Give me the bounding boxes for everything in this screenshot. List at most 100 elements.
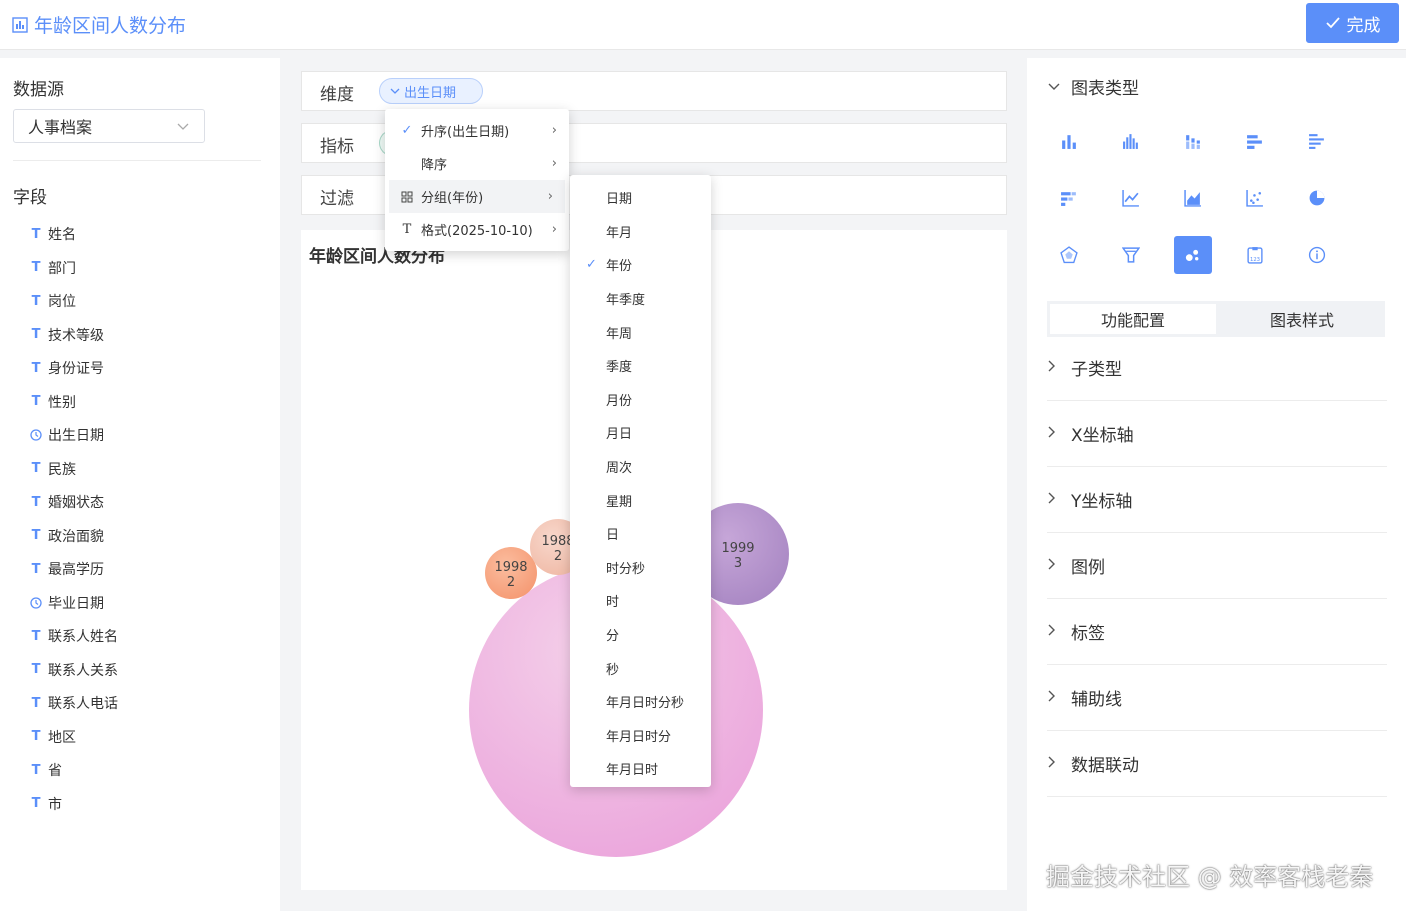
chart-icon (12, 16, 28, 33)
submenu-item-label: 日期 (606, 192, 633, 208)
field-item[interactable]: T 地区 (30, 726, 76, 748)
field-item[interactable]: T省 (30, 759, 62, 781)
submenu-item[interactable]: 星期 (570, 483, 711, 517)
submenu-item[interactable]: 分 (570, 618, 711, 652)
submenu-item[interactable]: 年月 (570, 215, 711, 249)
radar-chart-icon[interactable] (1050, 236, 1088, 274)
field-item[interactable]: T 最高学历 (30, 558, 104, 580)
check-icon: ✓ (586, 257, 597, 273)
text-type-icon: T (31, 528, 41, 543)
submenu-item-label: 秒 (606, 662, 620, 678)
field-label: 岗位 (48, 294, 76, 310)
config-section[interactable]: 子类型 (1047, 335, 1387, 401)
tab-function[interactable]: 功能配置 (1050, 304, 1216, 334)
submenu-item[interactable]: 年月日时分秒 (570, 685, 711, 719)
stacked-horizontal-bar-icon[interactable] (1050, 179, 1088, 217)
text-type-icon: T (31, 461, 41, 476)
check-icon (1325, 17, 1340, 29)
field-item[interactable]: T 部门 (30, 257, 76, 279)
left-panel: 数据源 人事档案 字段 T 姓名 T 部门 T 岗位 T 技术等级 T 身份证号 T 性别 出生日期 T 民… (0, 58, 280, 911)
field-label: 政治面貌 (48, 528, 104, 545)
field-item[interactable]: T 技术等级 (30, 324, 104, 346)
number-card-icon[interactable]: 123 (1236, 236, 1274, 274)
config-section-label: X坐标轴 (1071, 426, 1134, 446)
bubble-chart-icon[interactable] (1174, 236, 1212, 274)
area-chart-icon[interactable] (1174, 179, 1212, 217)
field-label: 省 (48, 763, 62, 779)
config-section[interactable]: X坐标轴 (1047, 401, 1387, 467)
field-item[interactable]: T 身份证号 (30, 357, 104, 379)
tab-style[interactable]: 图表样式 (1219, 301, 1385, 337)
menu-item-sort-asc[interactable]: ✓ 升序(出生日期) › (385, 114, 569, 147)
text-type-icon: T (31, 360, 41, 376)
field-item[interactable]: T 联系人姓名 (30, 625, 118, 647)
submenu-item[interactable]: ✓ 年份 (570, 248, 711, 282)
chart-type-header[interactable]: 图表类型 (1047, 74, 1139, 99)
submenu-item[interactable]: 月份 (570, 383, 711, 417)
config-tabs: 功能配置 图表样式 (1047, 301, 1385, 337)
submenu-item[interactable]: 秒 (570, 651, 711, 685)
submenu-item-label: 年月 (606, 225, 633, 241)
field-item[interactable]: 出生日期 (30, 424, 104, 446)
pie-chart-icon[interactable] (1298, 179, 1336, 217)
dimension-label: 维度 (320, 85, 354, 105)
text-type-icon: T (31, 695, 41, 711)
config-section[interactable]: Y坐标轴 (1047, 467, 1387, 533)
config-section-label: 数据联动 (1071, 756, 1139, 776)
field-label: 技术等级 (48, 327, 104, 344)
config-section-label: 子类型 (1071, 360, 1122, 380)
bar-chart-icon[interactable] (1050, 122, 1088, 160)
submenu-item[interactable]: 时 (570, 584, 711, 618)
dimension-tag[interactable]: 出生日期 (379, 78, 484, 104)
chevron-right-icon (1047, 622, 1061, 641)
bubble-value: 3 (734, 556, 742, 571)
field-item[interactable]: T 联系人电话 (30, 692, 118, 714)
field-item[interactable]: T 姓名 (30, 223, 76, 245)
submenu-item[interactable]: 年周 (570, 315, 711, 349)
group-icon (399, 191, 415, 203)
funnel-chart-icon[interactable] (1112, 236, 1150, 274)
config-section[interactable]: 辅助线 (1047, 665, 1387, 731)
datasource-select[interactable]: 人事档案 (13, 109, 205, 143)
submenu-item[interactable]: 季度 (570, 349, 711, 383)
top-bar: 年龄区间人数分布 完成 (0, 0, 1406, 50)
field-item[interactable]: T 民族 (30, 458, 76, 480)
field-item[interactable]: T 岗位 (30, 290, 76, 312)
horizontal-bar-2-icon[interactable] (1298, 122, 1336, 160)
histogram-icon[interactable] (1112, 122, 1150, 160)
submenu-item[interactable]: 月日 (570, 416, 711, 450)
submenu-item[interactable]: 年月日时分 (570, 719, 711, 753)
submenu-item[interactable]: 日 (570, 517, 711, 551)
menu-item-group[interactable]: 分组(年份) › (389, 180, 565, 213)
done-button[interactable]: 完成 (1306, 3, 1399, 43)
config-section[interactable]: 数据联动 (1047, 731, 1387, 797)
submenu-item[interactable]: 周次 (570, 450, 711, 484)
submenu-item[interactable]: 时分秒 (570, 551, 711, 585)
submenu-item[interactable]: 年月日时 (570, 752, 711, 786)
bubble-label: 1999 (721, 541, 754, 556)
field-item[interactable]: T 联系人关系 (30, 659, 118, 681)
fields-label: 字段 (13, 188, 47, 208)
scatter-chart-icon[interactable] (1236, 179, 1274, 217)
done-button-label: 完成 (1346, 15, 1381, 36)
line-chart-icon[interactable] (1112, 179, 1150, 217)
menu-item-format[interactable]: T 格式(2025-10-10) › (385, 213, 569, 246)
chevron-right-icon: › (551, 222, 557, 237)
config-section[interactable]: 标签 (1047, 599, 1387, 665)
right-panel: 图表类型 123 功能配置 图表样式 子类型 X坐标轴 Y坐标轴 图例 标签 辅助线数据联… (1027, 58, 1406, 911)
chevron-right-icon (1047, 358, 1061, 377)
group-submenu: 日期 年月 ✓ 年份 年季度 年周 季度 月份 月日 周次 星期日时分秒时分秒年月日时分秒 年月日时分… (570, 175, 711, 787)
stacked-bar-icon[interactable] (1174, 122, 1212, 160)
field-item[interactable]: T 婚姻状态 (30, 491, 104, 513)
config-section[interactable]: 图例 (1047, 533, 1387, 599)
submenu-item[interactable]: 年季度 (570, 282, 711, 316)
field-item[interactable]: T 性别 (30, 391, 76, 413)
submenu-item[interactable]: 日期 (570, 181, 711, 215)
field-item[interactable]: T 政治面貌 (30, 525, 104, 547)
horizontal-bar-icon[interactable] (1236, 122, 1274, 160)
field-item[interactable]: 毕业日期 (30, 592, 104, 614)
field-label: 毕业日期 (48, 595, 104, 612)
field-item[interactable]: T市 (30, 793, 62, 815)
info-icon[interactable] (1298, 236, 1336, 274)
menu-item-sort-desc[interactable]: 降序 › (385, 147, 569, 180)
